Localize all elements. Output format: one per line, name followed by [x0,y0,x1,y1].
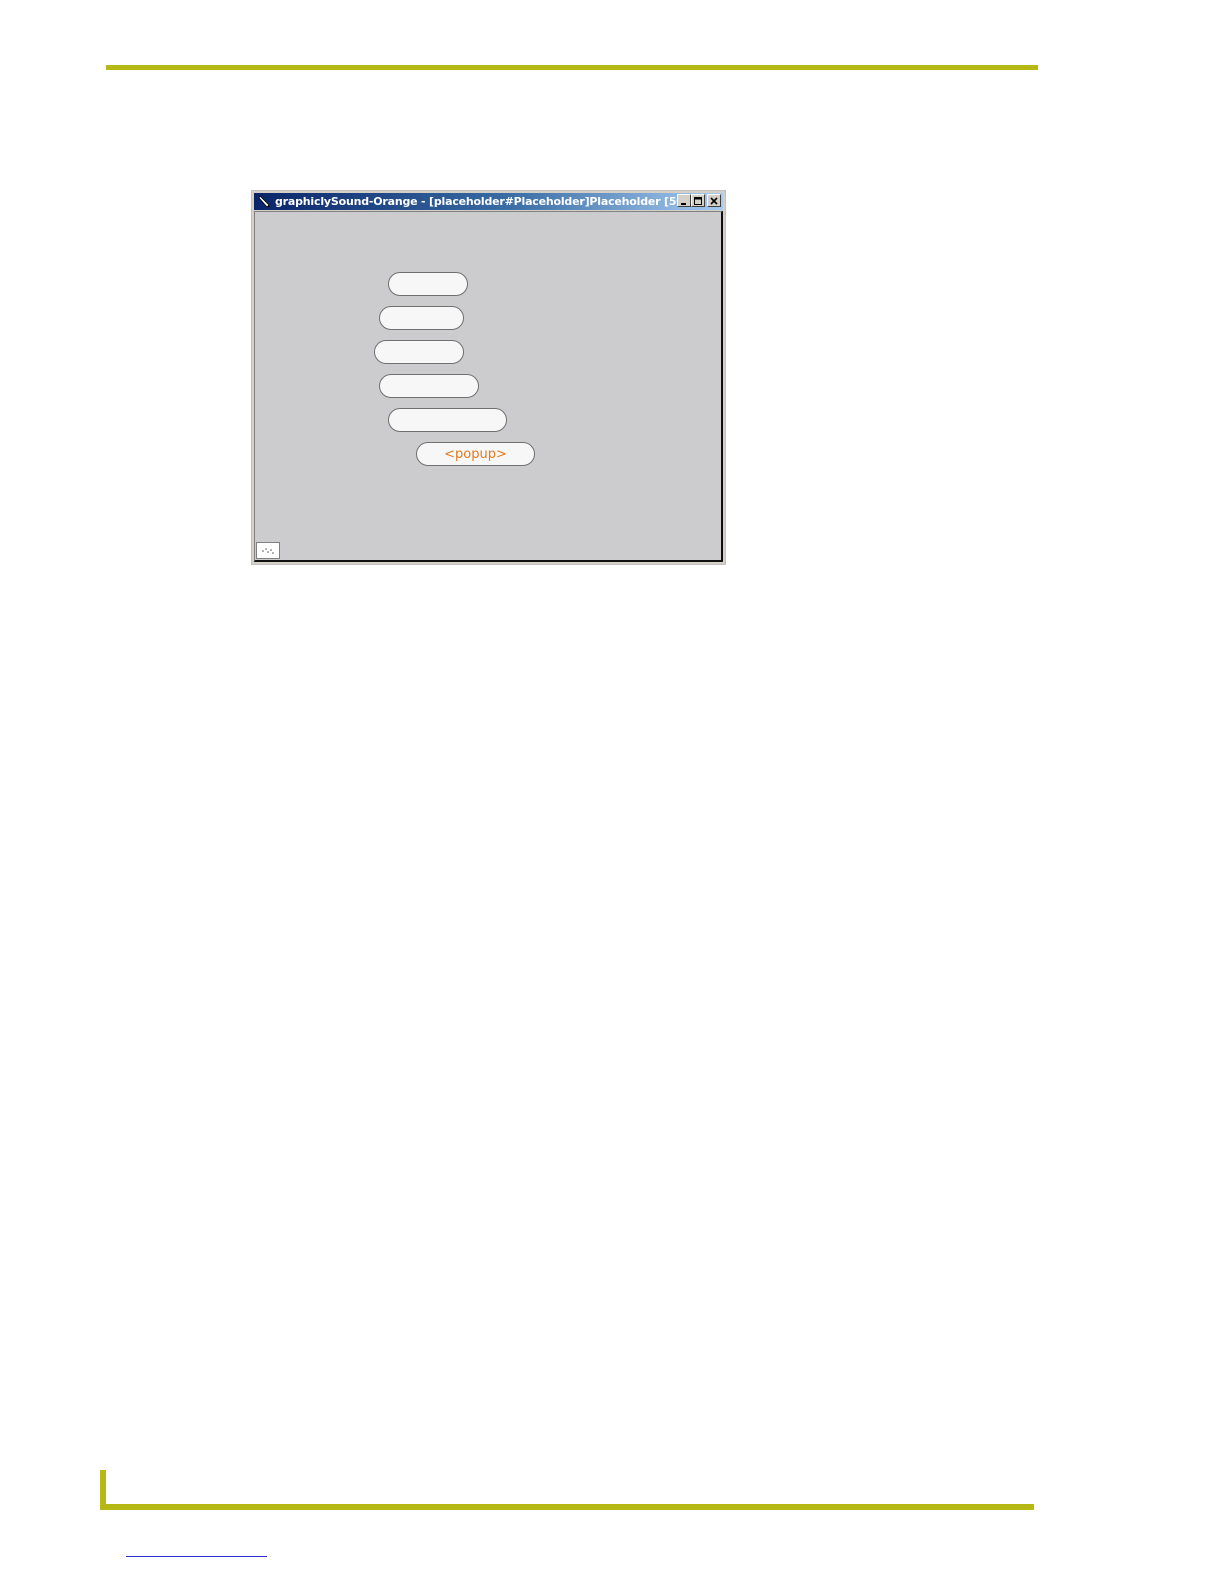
header-rule [106,65,1038,70]
maximize-button[interactable] [691,194,705,207]
window-controls [677,194,721,207]
title-bar[interactable]: graphiclySound-Orange - [placeholder#Pla… [254,193,723,210]
design-canvas[interactable]: <popup> [254,211,723,562]
resize-grip-icon[interactable] [256,542,280,559]
popup-button[interactable]: <popup> [416,442,535,466]
button-1[interactable] [388,272,468,296]
window-title: graphiclySound-Orange - [placeholder#Pla… [275,195,700,208]
maximize-icon [694,196,702,205]
button-5[interactable] [388,408,507,432]
footer-rule [100,1504,1034,1510]
button-3[interactable] [374,340,464,364]
app-window: graphiclySound-Orange - [placeholder#Pla… [251,190,726,565]
button-4[interactable] [379,374,479,398]
close-button[interactable] [707,194,721,207]
footer-link-underline[interactable] [126,1556,267,1557]
button-2[interactable] [379,306,464,330]
minimize-button[interactable] [677,194,691,207]
minimize-icon [681,202,686,205]
close-icon [710,196,718,205]
pen-icon [257,195,271,209]
